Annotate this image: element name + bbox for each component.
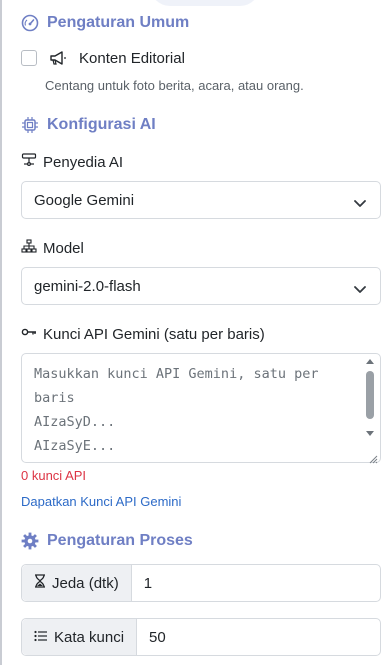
keywords-addon: Kata kunci [22,619,138,655]
provider-select-value: Google Gemini [34,191,135,209]
model-label-text: Model [43,239,84,257]
chevron-down-icon [354,195,366,212]
provider-label-text: Penyedia AI [43,153,124,171]
delay-addon: Jeda (dtk) [22,565,132,601]
list-icon [34,629,48,646]
delay-label: Jeda (dtk) [52,574,119,592]
api-key-textarea[interactable]: Masukkan kunci API Gemini, satu per bari… [21,353,381,463]
api-key-label: Kunci API Gemini (satu per baris) [21,324,265,344]
editorial-content-checkbox[interactable] [21,50,37,66]
scrollbar-thumb[interactable] [366,371,374,419]
keywords-input[interactable]: 50 [137,619,178,655]
section-title-process: Pengaturan Proses [21,532,193,550]
cpu-icon [21,116,39,134]
get-api-key-link[interactable]: Dapatkan Kunci API Gemini [21,494,181,509]
section-title-general: Pengaturan Umum [21,14,189,32]
keywords-input-group: Kata kunci 50 [21,618,381,656]
left-divider [0,0,2,665]
hourglass-icon [34,574,46,592]
textarea-scrollbar[interactable] [365,359,377,459]
section-title-text: Konfigurasi AI [47,116,156,133]
provider-select[interactable]: Google Gemini [21,181,381,219]
scroll-up-icon[interactable] [366,359,374,364]
scroll-down-icon[interactable] [366,431,374,436]
model-select-value: gemini-2.0-flash [34,277,141,295]
resize-handle-icon[interactable] [369,451,378,468]
editorial-content-row[interactable]: Konten Editorial [21,49,185,67]
delay-input[interactable]: 1 [132,565,164,601]
section-title-text: Pengaturan Proses [47,532,193,549]
model-label: Model [21,238,84,258]
api-key-label-text: Kunci API Gemini (satu per baris) [43,325,265,343]
gear-icon [21,532,39,550]
megaphone-icon [49,49,69,67]
keywords-label: Kata kunci [54,628,125,646]
key-icon [21,324,37,344]
editorial-content-label[interactable]: Konten Editorial [79,50,185,67]
section-title-ai: Konfigurasi AI [21,116,156,134]
editorial-help-text: Centang untuk foto berita, acara, atau o… [45,78,304,93]
diagram-icon [21,238,37,258]
chevron-down-icon [354,281,366,298]
top-decoration [150,0,260,6]
server-icon [21,152,37,172]
model-select[interactable]: gemini-2.0-flash [21,267,381,305]
speedometer-icon [21,14,39,32]
section-title-text: Pengaturan Umum [47,14,190,31]
delay-input-group: Jeda (dtk) 1 [21,564,381,602]
provider-label: Penyedia AI [21,152,123,172]
api-key-count: 0 kunci API [21,468,87,483]
